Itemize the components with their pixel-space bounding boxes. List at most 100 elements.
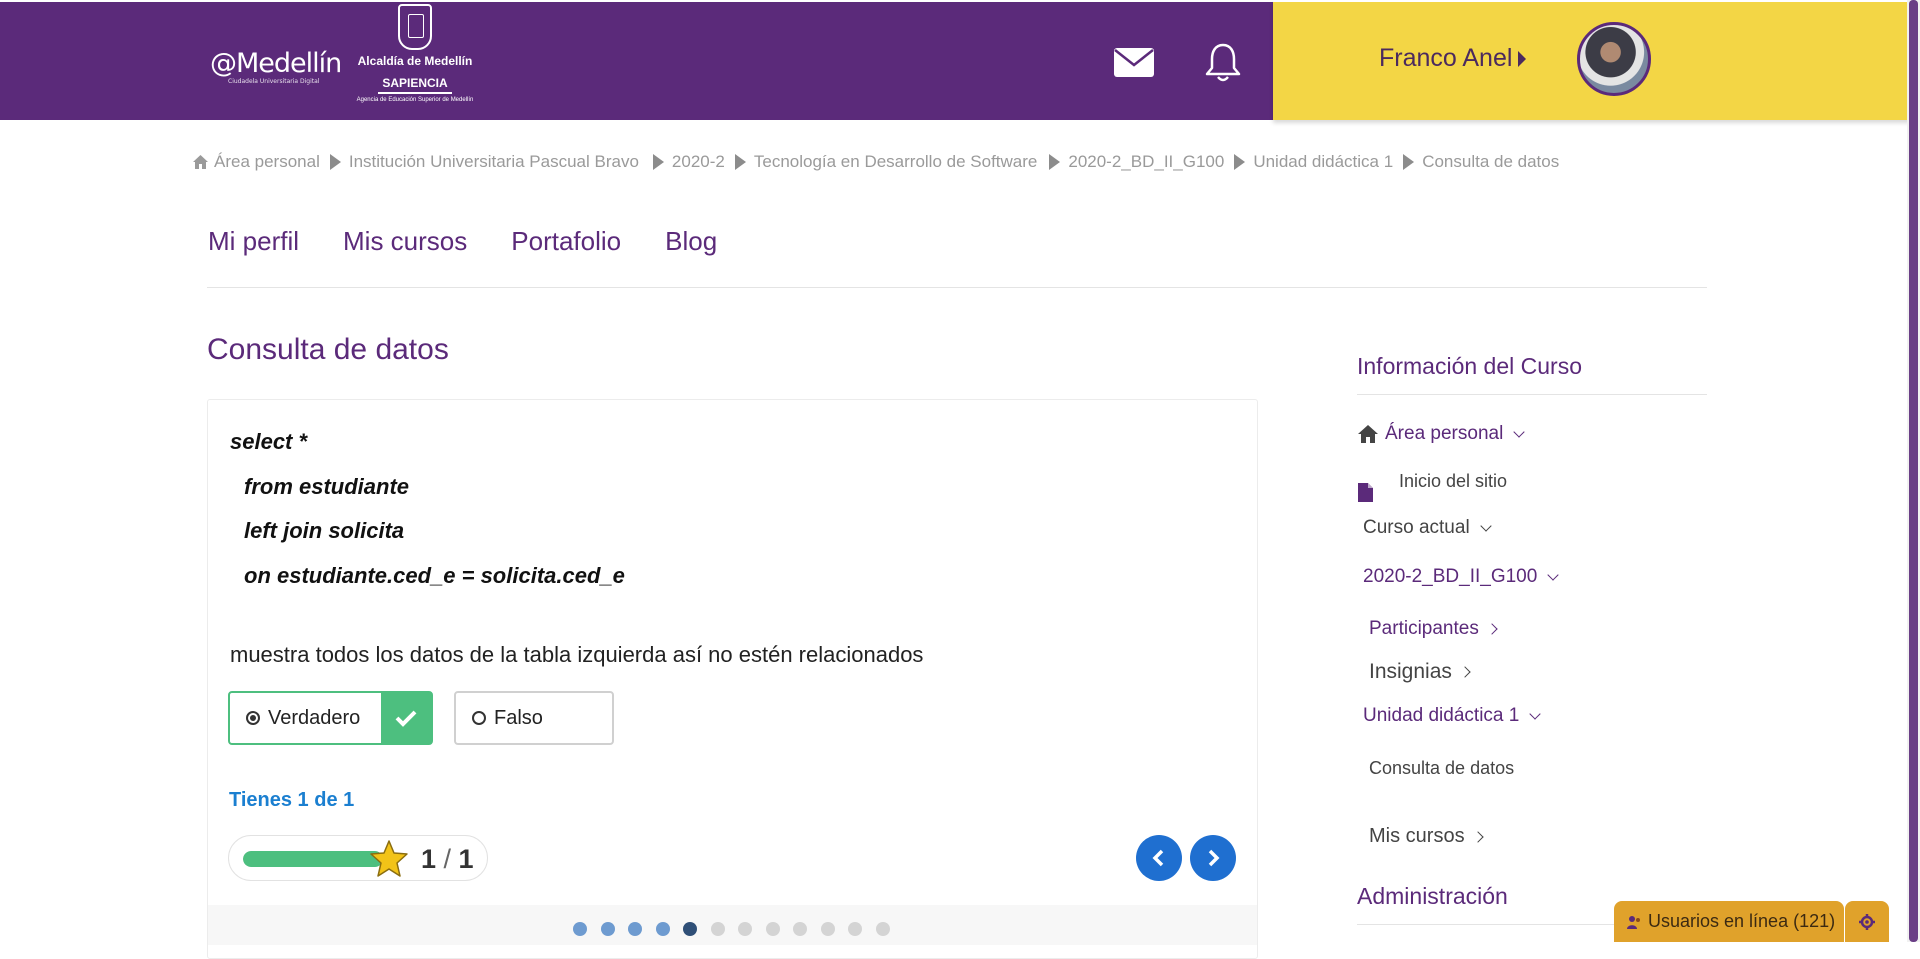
course-info-title: Información del Curso	[1357, 353, 1582, 379]
progress-bar-fill	[243, 851, 383, 867]
sidebar-item-curso-actual[interactable]: Curso actual	[1363, 517, 1492, 539]
pagination-dot[interactable]	[628, 922, 642, 936]
option-label: Falso	[494, 706, 543, 729]
code-line: from estudiante	[244, 473, 410, 499]
previous-button[interactable]	[1136, 835, 1182, 881]
medellin-logo-subtext: Ciudadela Universitaria Digital	[228, 78, 320, 85]
breadcrumb-item-institucion[interactable]: Institución Universitaria Pascual Bravo	[349, 152, 639, 172]
pagination-dot[interactable]	[848, 922, 862, 936]
breadcrumb-separator-icon	[652, 154, 664, 170]
sidebar-item-label: Área personal	[1385, 423, 1504, 444]
option-verdadero[interactable]: Verdadero	[228, 691, 433, 745]
tab-mis-cursos[interactable]: Mis cursos	[343, 226, 467, 257]
scrollbar-thumb[interactable]	[1909, 0, 1918, 942]
home-icon	[1358, 425, 1378, 443]
gear-icon	[1859, 913, 1875, 930]
sidebar-divider	[1357, 394, 1707, 395]
username-label: Franco Anel	[1379, 44, 1513, 72]
progress-bar	[243, 851, 383, 867]
chevron-right-icon	[1486, 623, 1498, 635]
chevron-right-icon	[1471, 830, 1484, 843]
bell-icon[interactable]	[1201, 40, 1245, 84]
sidebar-item-unidad[interactable]: Unidad didáctica 1	[1363, 705, 1541, 727]
breadcrumb-item-area-personal[interactable]: Área personal	[214, 152, 320, 172]
tab-blog[interactable]: Blog	[665, 226, 717, 257]
pagination-dot[interactable]	[765, 922, 780, 936]
pagination-dot[interactable]	[600, 922, 615, 936]
medellin-logo[interactable]: @Medellín Ciudadela Universitaria Digita…	[210, 48, 342, 85]
chevron-left-icon	[1152, 849, 1164, 867]
online-users-button[interactable]: Usuarios en línea (121)	[1614, 901, 1844, 942]
tab-mi-perfil[interactable]: Mi perfil	[208, 226, 299, 257]
score-summary: Tienes 1 de 1	[229, 789, 355, 811]
medellin-logo-text: @Medellín	[210, 48, 342, 79]
sidebar-item-label: Unidad didáctica 1	[1363, 705, 1520, 726]
option-label: Verdadero	[268, 706, 361, 729]
pagination-dot[interactable]	[793, 922, 807, 936]
pagination-dot[interactable]	[655, 922, 670, 936]
pagination-dot-current[interactable]	[683, 922, 697, 936]
breadcrumb-item-unidad[interactable]: Unidad didáctica 1	[1253, 152, 1393, 172]
sidebar-item-participantes[interactable]: Participantes	[1369, 618, 1498, 640]
sidebar-item-consulta[interactable]: Consulta de datos	[1369, 758, 1514, 779]
check-icon	[395, 710, 417, 727]
breadcrumb-item-curso[interactable]: 2020-2_BD_II_G100	[1068, 152, 1224, 172]
sapiencia-logo-subtext: Agencia de Educación Superior de Medellí…	[356, 97, 474, 103]
caret-right-icon	[1518, 50, 1527, 67]
sidebar-item-label: 2020-2_BD_II_G100	[1363, 566, 1538, 587]
nav-divider	[207, 287, 1707, 288]
sidebar-item-mis-cursos[interactable]: Mis cursos	[1369, 825, 1484, 848]
breadcrumb-separator-icon	[1049, 154, 1061, 170]
sapiencia-logo-text: SAPIENCIA	[378, 76, 452, 94]
breadcrumb-item-current[interactable]: Consulta de datos	[1422, 152, 1559, 172]
user-menu[interactable]: Franco Anel	[1379, 44, 1527, 73]
score-progress: 1 / 1	[228, 835, 488, 881]
pagination-dot[interactable]	[875, 922, 890, 936]
radio-selected-icon	[246, 711, 260, 725]
home-icon	[193, 155, 208, 169]
profile-nav: Mi perfil Mis cursos Portafolio Blog	[208, 226, 717, 257]
star-icon	[370, 840, 408, 877]
sidebar-item-label: Inicio del sitio	[1399, 471, 1508, 491]
mail-icon[interactable]	[1112, 40, 1156, 84]
pagination-dot[interactable]	[710, 922, 725, 936]
code-line: select *	[230, 429, 308, 454]
pagination-dot[interactable]	[820, 922, 835, 936]
tab-portafolio[interactable]: Portafolio	[511, 226, 621, 257]
breadcrumb-item-programa[interactable]: Tecnología en Desarrollo de Software	[754, 152, 1038, 172]
question-statement: muestra todos los datos de la tabla izqu…	[230, 642, 924, 667]
chevron-down-icon	[1547, 568, 1559, 581]
score-total: 1	[458, 844, 474, 874]
sidebar-item-label: Consulta de datos	[1369, 758, 1515, 778]
sidebar-item-area-personal[interactable]: Área personal	[1357, 423, 1525, 445]
breadcrumb-item-periodo[interactable]: 2020-2	[672, 152, 725, 172]
pagination-dot[interactable]	[573, 922, 587, 936]
sidebar-item-insignias[interactable]: Insignias	[1369, 660, 1471, 684]
breadcrumb: Área personal Institución Universitaria …	[192, 152, 1559, 172]
administration-title: Administración	[1357, 883, 1508, 909]
users-icon	[1627, 915, 1640, 929]
alcaldia-logo-text: Alcaldía de Medellín	[357, 54, 473, 68]
option-falso[interactable]: Falso	[454, 691, 614, 745]
alcaldia-logo[interactable]: Alcaldía de Medellín SAPIENCIA Agencia d…	[355, 4, 475, 116]
page-icon	[1358, 483, 1373, 502]
sidebar-item-inicio-sitio[interactable]: Inicio del sitio	[1399, 471, 1507, 492]
score-fraction: 1 / 1	[421, 844, 474, 875]
next-button[interactable]	[1190, 835, 1236, 881]
sidebar-item-curso-codigo[interactable]: 2020-2_BD_II_G100	[1363, 566, 1559, 588]
radio-unselected-icon	[472, 711, 486, 725]
online-users-settings-button[interactable]	[1845, 901, 1889, 942]
sidebar-item-label: Insignias	[1369, 660, 1452, 683]
avatar[interactable]	[1577, 22, 1651, 96]
page-title: Consulta de datos	[207, 333, 449, 366]
pagination-dot[interactable]	[738, 922, 752, 936]
code-line: left join solicita	[244, 518, 405, 543]
breadcrumb-separator-icon	[329, 154, 341, 170]
online-users-label: Usuarios en línea (121)	[1648, 911, 1836, 931]
score-divider: /	[436, 844, 459, 874]
chevron-down-icon	[1480, 519, 1492, 532]
chevron-down-icon	[1529, 707, 1541, 720]
question-pagination-dots	[573, 922, 890, 936]
chevron-down-icon	[1513, 425, 1525, 438]
breadcrumb-separator-icon	[1403, 154, 1415, 170]
